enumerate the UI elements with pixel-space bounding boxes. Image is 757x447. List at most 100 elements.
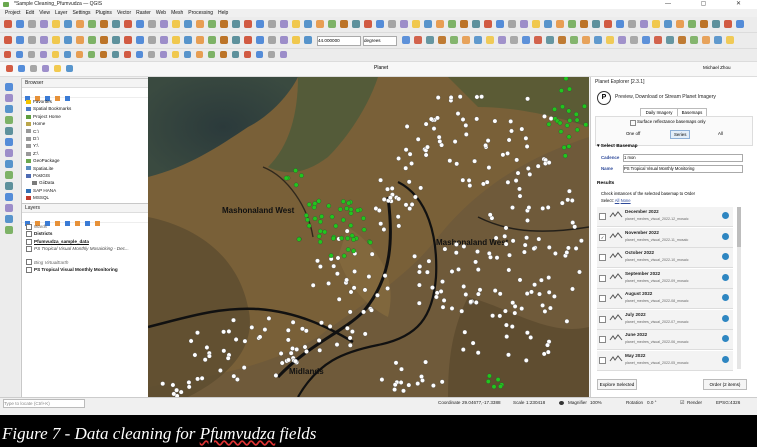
field-point[interactable] (546, 289, 552, 295)
toolbar-tool-icon[interactable] (4, 51, 11, 58)
menu-vector[interactable]: Vector (117, 10, 131, 16)
field-point[interactable] (474, 94, 480, 100)
field-point[interactable] (336, 296, 342, 302)
order-opt-all[interactable]: All (718, 131, 723, 136)
field-point[interactable] (517, 277, 523, 283)
field-point[interactable] (440, 304, 446, 310)
panel-tool-icon[interactable] (65, 96, 70, 101)
field-point[interactable] (486, 251, 492, 256)
result-checkbox[interactable]: ✓ (599, 233, 606, 241)
field-point[interactable] (463, 132, 469, 137)
field-point[interactable] (290, 319, 296, 325)
field-point[interactable] (257, 334, 263, 340)
field-point[interactable] (367, 240, 373, 245)
menu-mesh[interactable]: Mesh (171, 10, 183, 16)
scrollbar-thumb[interactable] (737, 207, 741, 247)
field-point[interactable] (523, 135, 529, 141)
result-checkbox[interactable] (599, 274, 606, 282)
field-point[interactable] (409, 161, 414, 166)
field-point[interactable] (412, 253, 417, 259)
digitize-tool-icon[interactable] (5, 215, 13, 223)
toolbar-tool-icon[interactable] (654, 36, 662, 44)
toolbar-tool-icon[interactable] (64, 51, 71, 58)
toolbar-tool-icon[interactable] (474, 36, 482, 44)
field-point[interactable] (524, 291, 530, 296)
field-point[interactable] (535, 163, 541, 169)
field-point[interactable] (312, 216, 318, 221)
field-point[interactable] (466, 178, 472, 183)
field-point[interactable] (403, 165, 409, 171)
field-point[interactable] (423, 152, 429, 158)
field-point[interactable] (503, 241, 509, 247)
digitize-tool-icon[interactable] (5, 160, 13, 168)
field-point[interactable] (436, 134, 442, 140)
field-point[interactable] (381, 227, 387, 232)
field-point[interactable] (515, 170, 521, 176)
field-point[interactable] (574, 117, 580, 123)
field-point[interactable] (361, 227, 367, 233)
result-checkbox[interactable] (599, 213, 606, 220)
toolbar-tool-icon[interactable] (510, 36, 518, 44)
field-point[interactable] (473, 259, 478, 265)
toolbar-tool-icon[interactable] (268, 51, 275, 58)
field-point[interactable] (567, 86, 572, 92)
field-point[interactable] (350, 329, 355, 334)
toolbar-tool-icon[interactable] (640, 20, 648, 28)
field-point[interactable] (447, 158, 453, 164)
field-point[interactable] (418, 185, 424, 191)
toolbar-tool-icon[interactable] (160, 20, 168, 28)
menu-edit[interactable]: Edit (26, 10, 35, 16)
field-point[interactable] (378, 221, 384, 227)
toolbar-tool-icon[interactable] (88, 36, 96, 44)
field-point[interactable] (453, 250, 459, 256)
field-point[interactable] (477, 287, 483, 293)
render-checkbox[interactable]: ☑ (680, 398, 684, 408)
field-point[interactable] (186, 384, 192, 390)
field-point[interactable] (316, 338, 322, 343)
field-point[interactable] (497, 291, 503, 297)
toolbar-tool-icon[interactable] (522, 36, 530, 44)
field-point[interactable] (347, 309, 353, 315)
field-point[interactable] (455, 111, 461, 116)
result-settings-icon[interactable] (722, 314, 729, 322)
toolbar-tool-icon[interactable] (232, 51, 239, 58)
field-point[interactable] (435, 95, 441, 100)
digitize-tool-icon[interactable] (5, 94, 13, 102)
browser-item[interactable]: SAP HANA (26, 187, 148, 194)
field-point[interactable] (468, 299, 474, 305)
toolbar-tool-icon[interactable] (498, 36, 506, 44)
field-point[interactable] (492, 288, 498, 293)
field-point[interactable] (304, 349, 309, 354)
field-point[interactable] (431, 383, 436, 388)
field-point[interactable] (548, 305, 553, 311)
field-point[interactable] (335, 271, 340, 277)
field-point[interactable] (296, 236, 302, 242)
field-point[interactable] (348, 223, 354, 228)
toolbar-tool-icon[interactable] (352, 20, 360, 28)
toolbar-tool-icon[interactable] (426, 36, 434, 44)
field-point[interactable] (563, 77, 569, 81)
field-point[interactable] (299, 173, 304, 178)
toolbar-tool-icon[interactable] (532, 20, 540, 28)
field-point[interactable] (475, 249, 480, 254)
field-point[interactable] (473, 300, 479, 305)
field-point[interactable] (531, 246, 537, 251)
toolbar-tool-icon[interactable] (304, 20, 312, 28)
field-point[interactable] (505, 179, 511, 185)
toolbar-tool-icon[interactable] (124, 36, 132, 44)
toolbar-tool-icon[interactable] (292, 20, 300, 28)
toolbar-tool-icon[interactable] (388, 20, 396, 28)
toolbar-tool-icon[interactable] (268, 20, 276, 28)
browser-item[interactable]: D:\ (26, 135, 148, 142)
toolbar-tool-icon[interactable] (592, 20, 600, 28)
locator-search-input[interactable]: Type to locate (Ctrl+K) (3, 399, 85, 408)
toolbar-tool-icon[interactable] (484, 20, 492, 28)
toolbar-tool-icon[interactable] (88, 20, 96, 28)
field-point[interactable] (524, 144, 530, 149)
field-point[interactable] (279, 360, 285, 366)
field-point[interactable] (529, 289, 534, 295)
field-point[interactable] (522, 249, 527, 255)
toolbar-tool-icon[interactable] (100, 51, 107, 58)
field-point[interactable] (426, 258, 432, 264)
toolbar-tool-icon[interactable] (364, 20, 372, 28)
